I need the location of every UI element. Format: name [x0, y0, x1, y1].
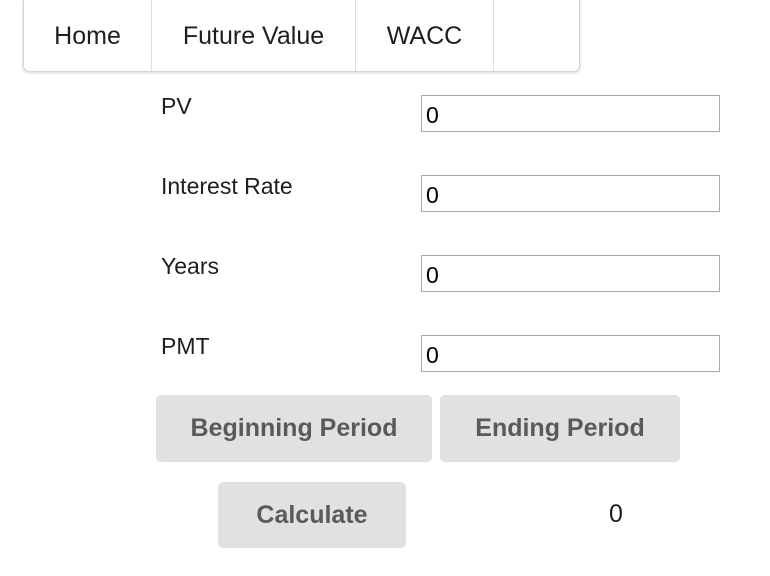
future-value-page: Home Future Value WACC PV Interest Rate …	[0, 0, 770, 576]
nav-item-future-value[interactable]: Future Value	[152, 0, 356, 71]
years-input[interactable]	[421, 255, 720, 292]
pmt-label: PMT	[161, 333, 210, 359]
years-label: Years	[161, 253, 219, 279]
result-value: 0	[609, 500, 623, 528]
pv-label: PV	[161, 93, 192, 119]
nav-item-home[interactable]: Home	[24, 0, 152, 71]
nav-item-wacc[interactable]: WACC	[356, 0, 494, 71]
beginning-period-button[interactable]: Beginning Period	[156, 395, 432, 462]
calculate-button[interactable]: Calculate	[218, 482, 406, 548]
pv-input[interactable]	[421, 95, 720, 132]
interest-rate-input[interactable]	[421, 175, 720, 212]
pmt-input[interactable]	[421, 335, 720, 372]
ending-period-button[interactable]: Ending Period	[440, 395, 680, 462]
interest-rate-label: Interest Rate	[161, 173, 293, 199]
top-nav-menu: Home Future Value WACC	[23, 0, 580, 72]
